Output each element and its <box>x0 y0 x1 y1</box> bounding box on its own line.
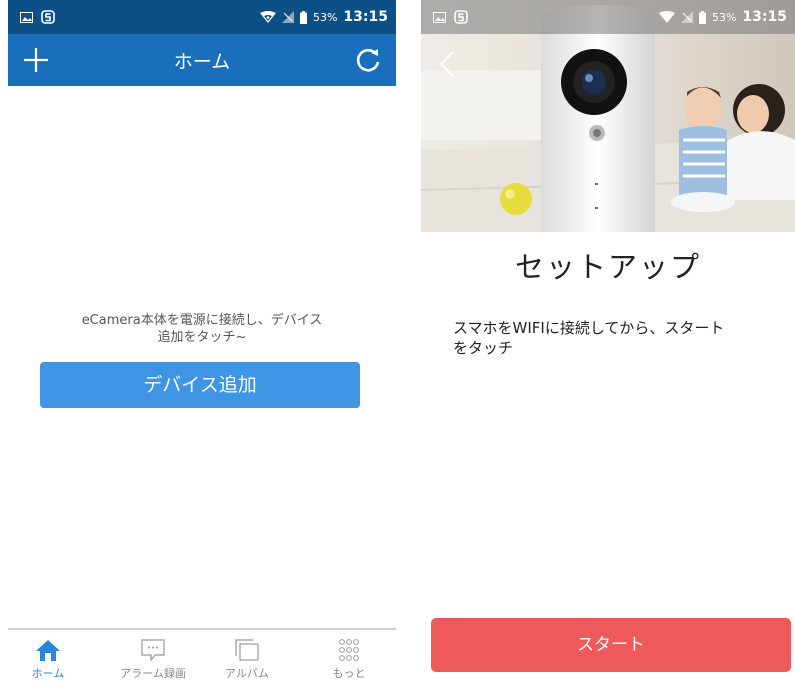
album-icon <box>235 639 259 661</box>
battery-percentage: 53% <box>312 10 338 24</box>
setup-description: スマホをWIFIに接続してから、スタート をタッチ <box>453 319 725 357</box>
add-device-button[interactable]: デバイス追加 <box>40 362 360 408</box>
setup-title: セットアップ <box>514 250 701 284</box>
image-notification-icon <box>20 11 33 23</box>
back-chevron-icon[interactable] <box>435 48 461 80</box>
battery-icon <box>299 10 307 24</box>
tab-alarm-recording-label: アラーム録画 <box>120 667 186 680</box>
status-bar: 53% 13:15 <box>421 0 795 34</box>
page-title: ホーム <box>173 50 231 73</box>
app-notification-icon <box>454 10 468 24</box>
hero-image <box>421 0 795 232</box>
tab-home-label: ホーム <box>31 667 65 680</box>
no-signal-icon <box>680 11 693 23</box>
status-time: 13:15 <box>343 9 388 25</box>
image-notification-icon <box>433 11 446 23</box>
home-icon <box>36 640 60 661</box>
tab-more[interactable]: もっと <box>304 638 394 681</box>
refresh-icon[interactable] <box>352 44 384 76</box>
wifi-icon <box>658 11 675 23</box>
app-bar: ホーム <box>8 34 396 86</box>
message-icon <box>141 639 165 662</box>
camera-family-photo <box>421 0 795 232</box>
hint-text: eCamera本体を電源に接続し、デバイス 追加をタッチ~ <box>81 313 323 345</box>
tab-alarm-recording[interactable]: アラーム録画 <box>108 638 198 681</box>
start-button[interactable]: スタート <box>431 618 791 672</box>
battery-percentage: 53% <box>711 10 737 24</box>
tab-home[interactable]: ホーム <box>8 638 93 681</box>
wifi-icon <box>259 11 276 23</box>
more-grid-icon <box>339 639 359 661</box>
tab-more-label: もっと <box>332 667 366 680</box>
battery-icon <box>698 10 706 24</box>
tab-album[interactable]: アルバム <box>202 638 292 681</box>
add-device-hint: eCamera本体を電源に接続し、デバイス 追加をタッチ~ <box>48 312 356 346</box>
setup-screen: 53% 13:15 セットアップ スマホをWIFIに接続してから、スタート をタ… <box>421 0 795 690</box>
status-bar: 53% 13:15 <box>8 0 396 34</box>
status-time: 13:15 <box>742 9 787 25</box>
bottom-tab-bar: ホーム アラーム録画 アルバム もっと <box>8 628 396 690</box>
no-signal-icon <box>281 11 294 23</box>
home-screen: 53% 13:15 ホーム eCamera本体を電源に接続し、デバイス 追加をタ… <box>8 0 396 690</box>
app-notification-icon <box>41 10 55 24</box>
tab-album-label: アルバム <box>225 667 269 680</box>
